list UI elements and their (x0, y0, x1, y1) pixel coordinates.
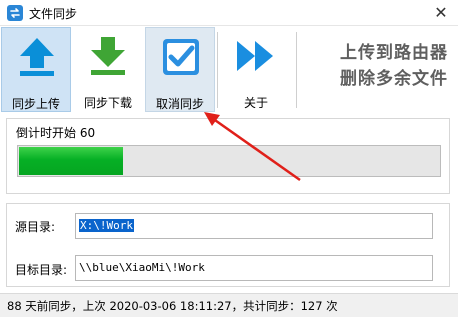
download-arrow-icon (91, 37, 125, 75)
upload-arrow-icon (20, 38, 54, 76)
about-label: 关于 (243, 96, 268, 110)
close-icon: ✕ (434, 3, 448, 22)
sync-download-button[interactable]: 同步下载 (73, 27, 143, 112)
double-arrow-icon (237, 41, 273, 71)
promo-text: 上传到路由器 删除多余文件 (340, 40, 448, 92)
cancel-sync-label: 取消同步 (155, 97, 204, 111)
window-title: 文件同步 (29, 7, 78, 21)
about-button[interactable]: 关于 (221, 27, 291, 112)
title-bar: 文件同步 ✕ (0, 0, 458, 26)
countdown-group: 倒计时开始 60 (6, 118, 450, 194)
sync-upload-label: 同步上传 (11, 97, 60, 111)
toolbar-separator (296, 32, 297, 108)
target-dir-input[interactable]: \\blue\XiaoMi\!Work (75, 255, 433, 281)
progress-fill (19, 147, 123, 175)
promo-line-1: 上传到路由器 (340, 43, 448, 63)
sync-download-label: 同步下载 (83, 96, 132, 110)
countdown-label: 倒计时开始 60 (16, 126, 96, 140)
status-text: 88 天前同步，上次 2020-03-06 18:11:27，共计同步：127 … (7, 299, 338, 313)
source-dir-label: 源目录: (15, 220, 56, 234)
checkbox-check-icon (163, 39, 199, 75)
countdown-progress-bar (17, 145, 441, 177)
source-dir-value: X:\!Work (79, 219, 134, 232)
close-button[interactable]: ✕ (424, 0, 458, 26)
target-dir-label: 目标目录: (15, 263, 68, 277)
directory-group: 源目录: X:\!Work 目标目录: \\blue\XiaoMi\!Work (6, 203, 450, 287)
toolbar-separator (217, 32, 218, 108)
promo-line-2: 删除多余文件 (340, 69, 448, 89)
target-dir-value: \\blue\XiaoMi\!Work (79, 261, 205, 274)
cancel-sync-button[interactable]: 取消同步 (145, 27, 215, 112)
source-dir-input[interactable]: X:\!Work (75, 213, 433, 239)
status-bar: 88 天前同步，上次 2020-03-06 18:11:27，共计同步：127 … (0, 293, 458, 317)
sync-app-icon (7, 5, 23, 21)
toolbar: 同步上传 同步下载 取消同步 关于 上传到路由器 删除多余文件 (0, 26, 458, 114)
sync-upload-button[interactable]: 同步上传 (1, 27, 71, 112)
